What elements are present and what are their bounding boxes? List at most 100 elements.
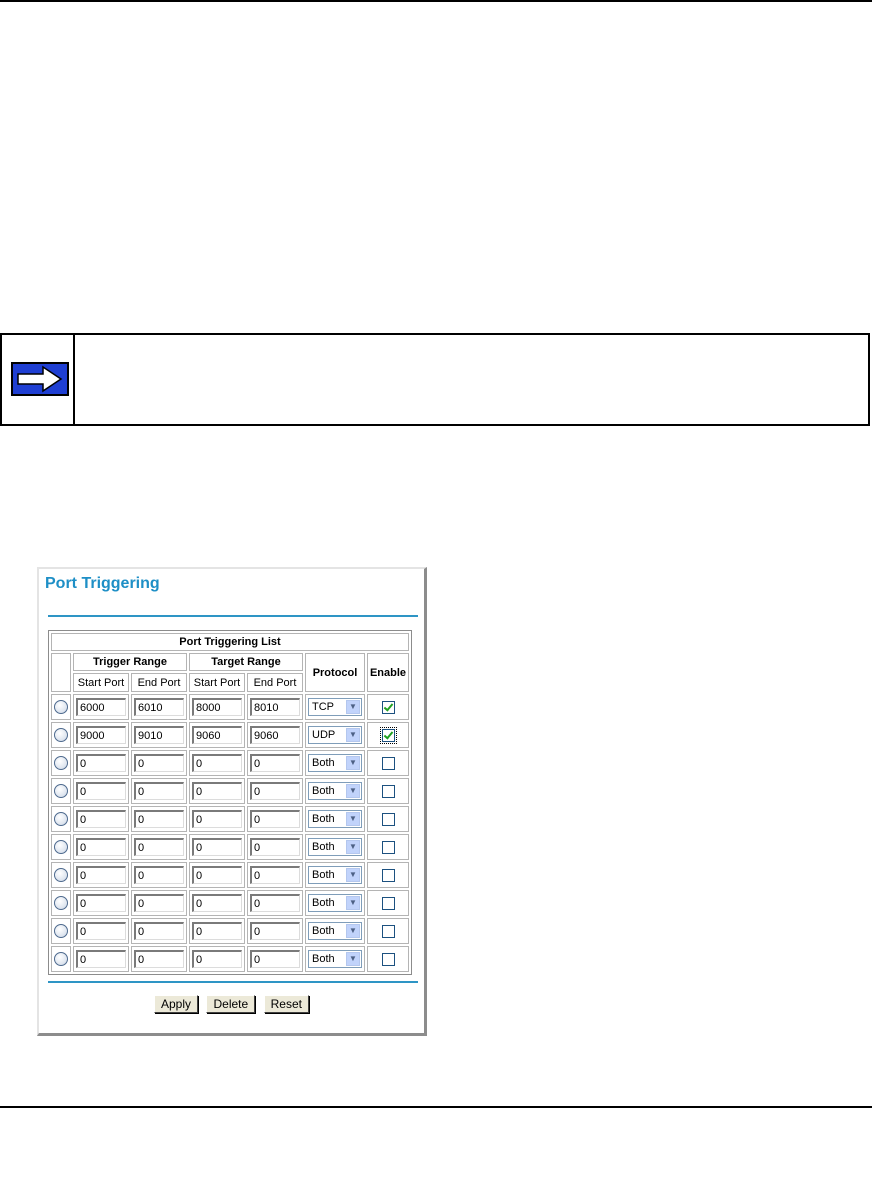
trigger-start-field[interactable]: 0 <box>76 950 126 968</box>
target-end-field[interactable]: 0 <box>250 894 300 912</box>
protocol-select[interactable]: Both ▼ <box>308 782 362 800</box>
target-end-field[interactable]: 0 <box>250 810 300 828</box>
row-select-radio[interactable] <box>54 812 68 826</box>
trigger-end-field[interactable]: 6010 <box>134 698 184 716</box>
trigger-start-field[interactable]: 6000 <box>76 698 126 716</box>
target-start-field[interactable]: 0 <box>192 782 242 800</box>
protocol-select[interactable]: Both ▼ <box>308 894 362 912</box>
target-start-field[interactable]: 0 <box>192 754 242 772</box>
target-end-field[interactable]: 0 <box>250 754 300 772</box>
target-start-field[interactable]: 8000 <box>192 698 242 716</box>
trigger-end-field[interactable]: 0 <box>134 838 184 856</box>
row-select-radio[interactable] <box>54 840 68 854</box>
protocol-select[interactable]: TCP ▼ <box>308 698 362 716</box>
chevron-down-icon[interactable]: ▼ <box>346 756 360 770</box>
protocol-select[interactable]: Both ▼ <box>308 950 362 968</box>
target-start-field[interactable]: 0 <box>192 810 242 828</box>
delete-button[interactable]: Delete <box>206 995 256 1013</box>
chevron-down-icon[interactable]: ▼ <box>346 896 360 910</box>
enable-checkbox[interactable] <box>381 952 395 966</box>
trigger-start-cell: 0 <box>73 946 129 972</box>
target-start-field[interactable]: 0 <box>192 866 242 884</box>
target-end-field[interactable]: 0 <box>250 950 300 968</box>
trigger-end-field[interactable]: 0 <box>134 754 184 772</box>
protocol-select[interactable]: Both ▼ <box>308 810 362 828</box>
row-select-radio[interactable] <box>54 924 68 938</box>
target-end-field[interactable]: 9060 <box>250 726 300 744</box>
chevron-down-icon[interactable]: ▼ <box>346 812 360 826</box>
row-select-radio[interactable] <box>54 868 68 882</box>
chevron-down-icon[interactable]: ▼ <box>346 868 360 882</box>
enable-checkbox[interactable] <box>381 784 395 798</box>
reset-button[interactable]: Reset <box>263 995 309 1013</box>
trigger-end-cell: 0 <box>131 862 187 888</box>
chevron-down-icon[interactable]: ▼ <box>346 700 360 714</box>
trigger-end-field[interactable]: 0 <box>134 810 184 828</box>
enable-checkbox[interactable] <box>381 840 395 854</box>
trigger-start-field[interactable]: 0 <box>76 810 126 828</box>
trigger-end-field[interactable]: 0 <box>134 894 184 912</box>
target-end-field[interactable]: 0 <box>250 782 300 800</box>
chevron-down-icon[interactable]: ▼ <box>346 952 360 966</box>
row-select-radio[interactable] <box>54 784 68 798</box>
table-row: 0 0 0 0 Both ▼ <box>51 750 409 776</box>
protocol-select[interactable]: UDP ▼ <box>308 726 362 744</box>
enable-checkbox[interactable] <box>381 756 395 770</box>
target-end-field[interactable]: 0 <box>250 922 300 940</box>
enable-checkbox[interactable] <box>381 924 395 938</box>
row-select-radio[interactable] <box>54 896 68 910</box>
trigger-start-field[interactable]: 0 <box>76 866 126 884</box>
trigger-start-field[interactable]: 0 <box>76 894 126 912</box>
trigger-end-cell: 0 <box>131 918 187 944</box>
target-start-cell: 0 <box>189 946 245 972</box>
target-start-field[interactable]: 0 <box>192 922 242 940</box>
chevron-down-icon[interactable]: ▼ <box>346 784 360 798</box>
apply-button[interactable]: Apply <box>154 995 199 1013</box>
trigger-end-field[interactable]: 9010 <box>134 726 184 744</box>
target-start-cell: 8000 <box>189 694 245 720</box>
target-end-field[interactable]: 8010 <box>250 698 300 716</box>
enable-checkbox[interactable] <box>381 700 395 714</box>
target-end-cell: 0 <box>247 890 303 916</box>
row-select-radio[interactable] <box>54 728 68 742</box>
enable-checkbox[interactable] <box>381 868 395 882</box>
target-end-field[interactable]: 0 <box>250 866 300 884</box>
protocol-select[interactable]: Both ▼ <box>308 838 362 856</box>
select-header <box>51 653 71 692</box>
target-start-field[interactable]: 0 <box>192 838 242 856</box>
trigger-end-field[interactable]: 0 <box>134 782 184 800</box>
title-divider <box>48 615 418 617</box>
enable-checkbox[interactable] <box>381 896 395 910</box>
protocol-select[interactable]: Both ▼ <box>308 754 362 772</box>
trigger-end-field[interactable]: 0 <box>134 950 184 968</box>
chevron-down-icon[interactable]: ▼ <box>346 924 360 938</box>
target-end-field[interactable]: 0 <box>250 838 300 856</box>
trigger-start-field[interactable]: 0 <box>76 754 126 772</box>
trigger-start-field[interactable]: 0 <box>76 922 126 940</box>
trigger-start-field[interactable]: 0 <box>76 838 126 856</box>
row-select-radio[interactable] <box>54 756 68 770</box>
row-select-radio[interactable] <box>54 952 68 966</box>
trigger-start-cell: 0 <box>73 918 129 944</box>
enable-checkbox[interactable] <box>381 812 395 826</box>
row-select-radio[interactable] <box>54 700 68 714</box>
protocol-select[interactable]: Both ▼ <box>308 866 362 884</box>
trigger-start-cell: 0 <box>73 750 129 776</box>
chevron-down-icon[interactable]: ▼ <box>346 728 360 742</box>
protocol-value: Both <box>312 953 335 965</box>
select-cell <box>51 946 71 972</box>
trigger-start-field[interactable]: 9000 <box>76 726 126 744</box>
trigger-end-field[interactable]: 0 <box>134 866 184 884</box>
target-start-field[interactable]: 0 <box>192 950 242 968</box>
trigger-start-field[interactable]: 0 <box>76 782 126 800</box>
select-cell <box>51 750 71 776</box>
select-cell <box>51 778 71 804</box>
target-start-field[interactable]: 9060 <box>192 726 242 744</box>
chevron-down-icon[interactable]: ▼ <box>346 840 360 854</box>
right-arrow-icon <box>11 362 69 396</box>
target-start-field[interactable]: 0 <box>192 894 242 912</box>
enable-cell <box>367 918 409 944</box>
trigger-end-field[interactable]: 0 <box>134 922 184 940</box>
enable-checkbox[interactable] <box>379 726 397 744</box>
protocol-select[interactable]: Both ▼ <box>308 922 362 940</box>
